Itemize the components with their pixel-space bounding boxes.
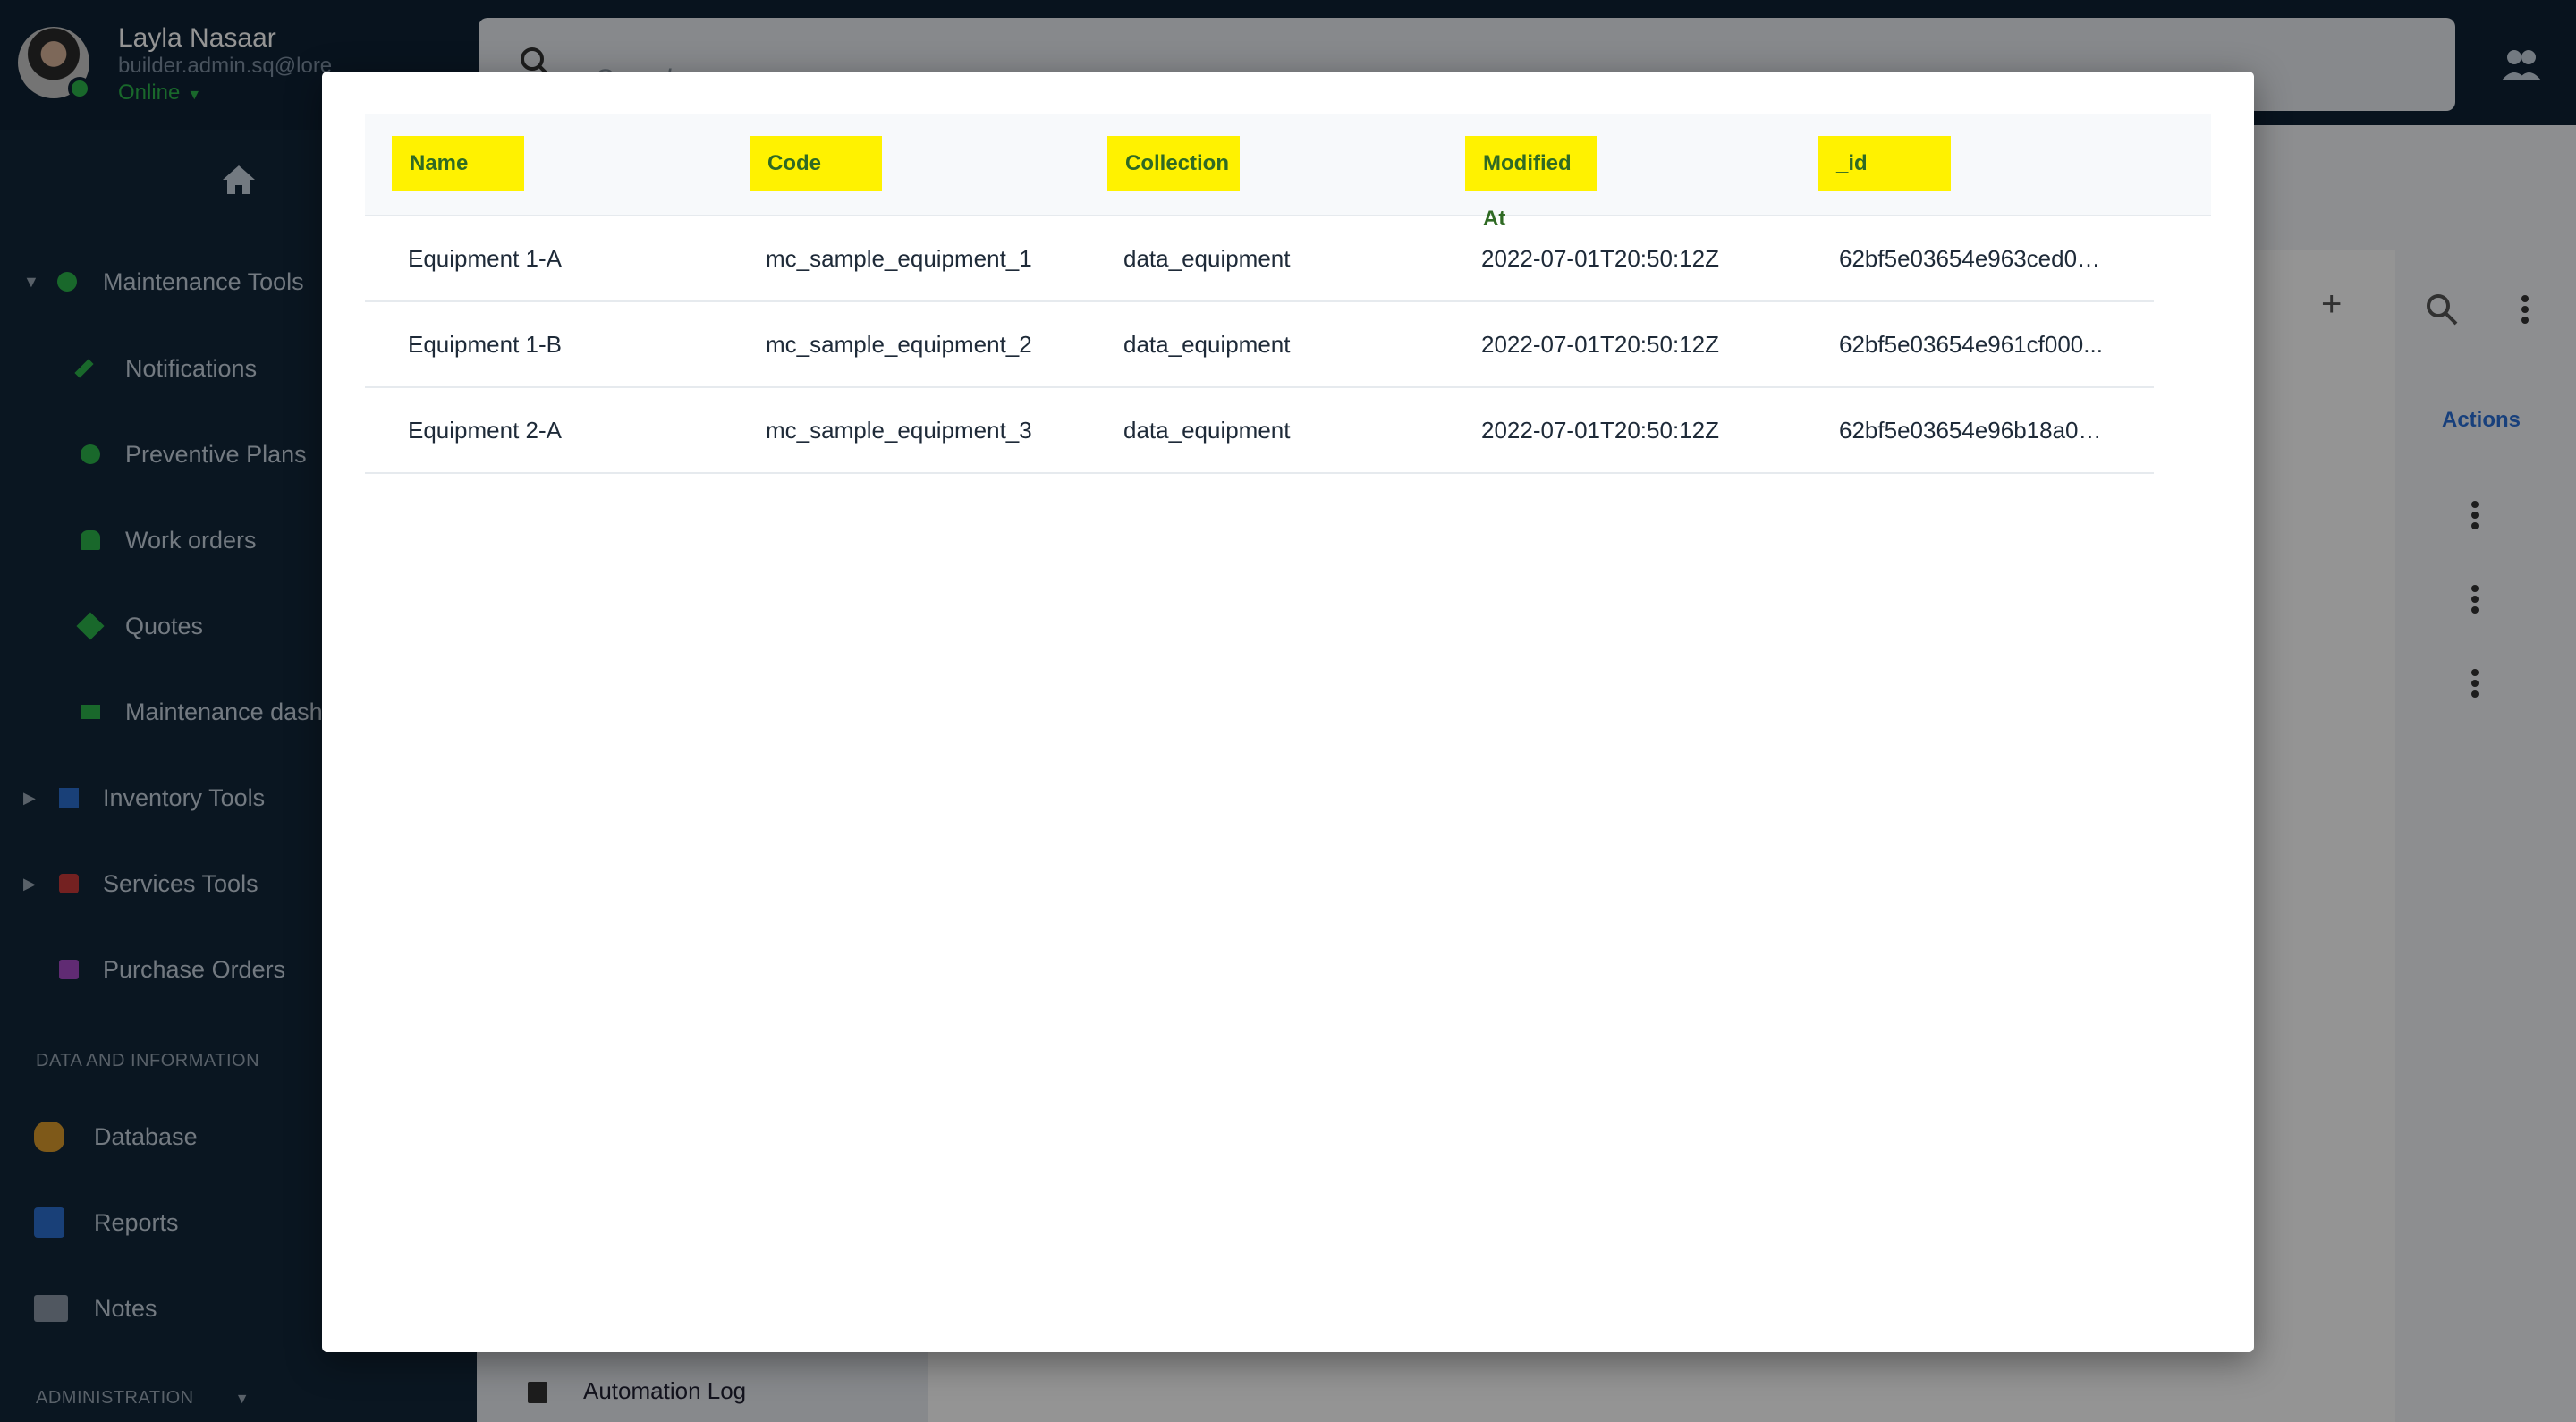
cell-code: mc_sample_equipment_1 (766, 245, 1032, 272)
cell-modified-at: 2022-07-01T20:50:12Z (1481, 331, 1719, 358)
cell-id: 62bf5e03654e96b18a00... (1839, 417, 2109, 444)
table-header: Name Code Collection Modified At _id (365, 114, 2211, 231)
cell-id: 62bf5e03654e963ced00... (1839, 245, 2109, 272)
column-header-collection[interactable]: Collection (1107, 136, 1240, 191)
column-header-name[interactable]: Name (392, 136, 524, 191)
cell-code: mc_sample_equipment_3 (766, 417, 1032, 444)
table-row[interactable]: Equipment 2-A mc_sample_equipment_3 data… (365, 388, 2154, 474)
cell-collection: data_equipment (1123, 417, 1291, 444)
cell-modified-at: 2022-07-01T20:50:12Z (1481, 417, 1719, 444)
records-modal: Name Code Collection Modified At _id Equ… (322, 72, 2254, 1352)
cell-code: mc_sample_equipment_2 (766, 331, 1032, 358)
cell-name: Equipment 2-A (408, 417, 562, 444)
column-header-code[interactable]: Code (750, 136, 882, 191)
cell-collection: data_equipment (1123, 245, 1291, 272)
cell-name: Equipment 1-A (408, 245, 562, 272)
cell-modified-at: 2022-07-01T20:50:12Z (1481, 245, 1719, 272)
cell-id: 62bf5e03654e961cf000... (1839, 331, 2103, 358)
cell-collection: data_equipment (1123, 331, 1291, 358)
column-header-id[interactable]: _id (1818, 136, 1951, 191)
cell-name: Equipment 1-B (408, 331, 562, 358)
table-row[interactable]: Equipment 1-A mc_sample_equipment_1 data… (365, 216, 2154, 302)
column-header-modified-at[interactable]: Modified At (1465, 136, 1597, 231)
table-row[interactable]: Equipment 1-B mc_sample_equipment_2 data… (365, 302, 2154, 388)
